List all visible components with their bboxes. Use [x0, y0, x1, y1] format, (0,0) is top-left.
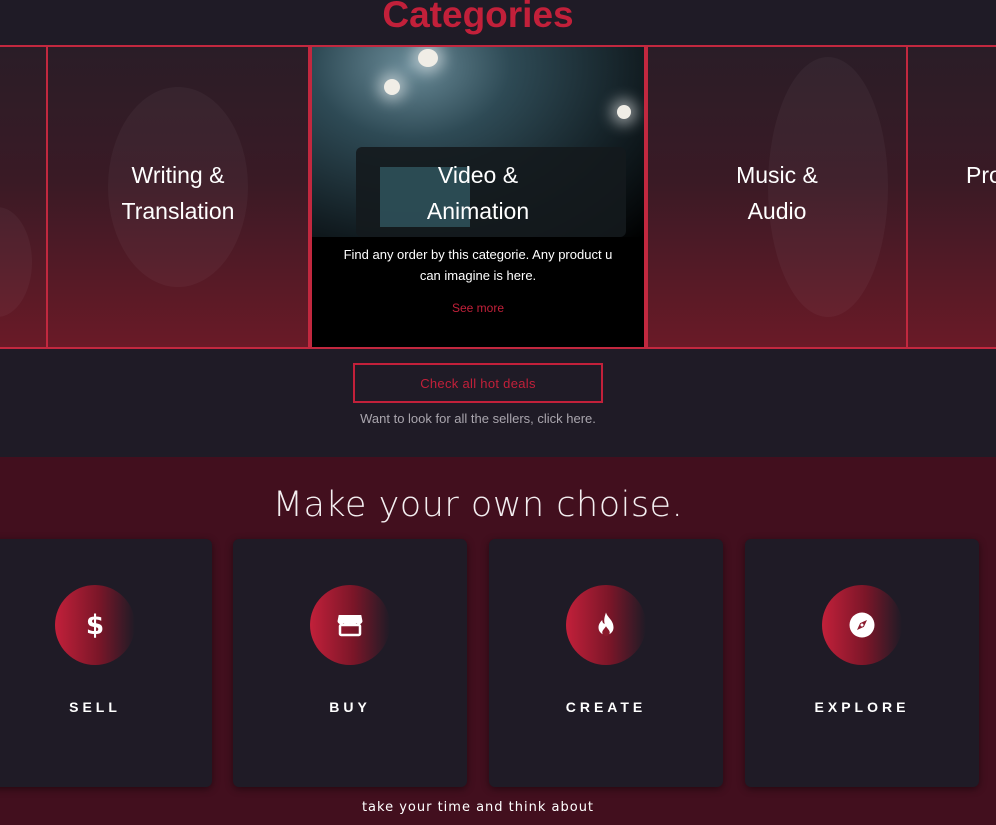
explore-tile[interactable]: EXPLORE — [745, 539, 979, 787]
tile-label: EXPLORE — [814, 699, 910, 715]
category-label: Writing & Translation — [121, 162, 235, 224]
category-card-music[interactable]: Music & Audio — [646, 47, 908, 347]
tile-label: CREATE — [565, 699, 647, 715]
svg-text:$: $ — [86, 611, 104, 640]
category-label: Video & Animation — [426, 162, 530, 224]
choice-section: Make your own choise. $ SELL BUY CREATE — [0, 457, 996, 825]
hot-deals-button[interactable]: Check all hot deals — [353, 363, 603, 403]
category-card-partial-right[interactable]: Pro — [906, 47, 996, 347]
buy-tile[interactable]: BUY — [233, 539, 467, 787]
category-card-writing[interactable]: Writing & Translation — [46, 47, 310, 347]
sell-tile[interactable]: $ SELL — [0, 539, 212, 787]
see-more-link[interactable]: See more — [312, 301, 644, 315]
sellers-link[interactable]: Want to look for all the sellers, click … — [0, 411, 956, 426]
categories-carousel[interactable]: Writing & Translation Video & Animation … — [0, 45, 996, 349]
store-icon — [310, 585, 390, 665]
category-label: Pro — [966, 162, 996, 188]
tile-label: SELL — [69, 699, 121, 715]
choice-title: Make your own choise. — [272, 485, 684, 525]
category-description: Find any order by this categorie. Any pr… — [343, 247, 613, 283]
category-card-partial-left[interactable] — [0, 47, 48, 347]
category-label: Music & Audio — [736, 162, 818, 224]
dollar-icon: $ — [55, 585, 135, 665]
create-tile[interactable]: CREATE — [489, 539, 723, 787]
fire-icon — [566, 585, 646, 665]
card-background — [0, 207, 32, 317]
compass-icon — [822, 585, 902, 665]
categories-title: Categories — [382, 0, 574, 35]
tile-label: BUY — [329, 699, 371, 715]
category-card-video[interactable]: Video & Animation Find any order by this… — [310, 47, 646, 347]
footer-text: take your time and think about — [361, 800, 595, 815]
